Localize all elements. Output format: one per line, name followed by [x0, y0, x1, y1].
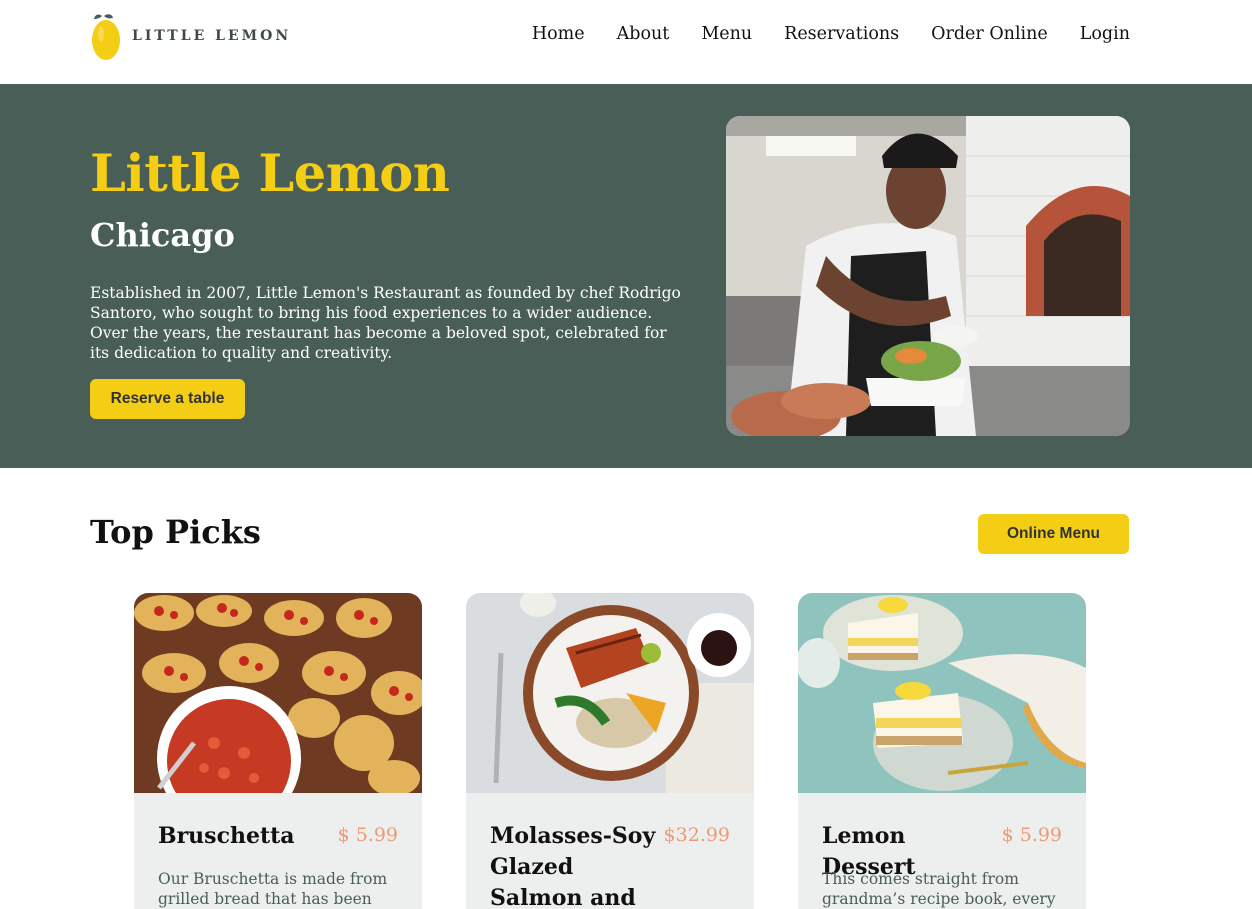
nav-home[interactable]: Home [532, 24, 585, 44]
hero-title: Little Lemon [90, 144, 450, 204]
menu-card-salmon[interactable]: Molasses-Soy Glazed Salmon and Vegetable… [466, 593, 754, 909]
nav-menu[interactable]: Menu [701, 24, 752, 44]
lemon-icon [92, 14, 120, 60]
hero-chef-image [726, 116, 1130, 436]
card-price: $ 5.99 [1001, 824, 1062, 846]
hero-description: Established in 2007, Little Lemon's Rest… [90, 284, 681, 362]
top-picks-title: Top Picks [90, 513, 261, 551]
lemon-dessert-image [798, 593, 1086, 793]
bruschetta-image [134, 593, 422, 793]
card-description: This comes straight from grandma’s recip… [822, 870, 1056, 908]
nav-login[interactable]: Login [1080, 24, 1130, 44]
menu-card-bruschetta[interactable]: Bruschetta $ 5.99 Our Bruschetta is made… [134, 593, 422, 909]
nav-reservations[interactable]: Reservations [784, 24, 899, 44]
main-nav: Home About Menu Reservations Order Onlin… [500, 24, 1130, 44]
card-title: Bruschetta [158, 823, 295, 849]
card-price: $32.99 [663, 824, 730, 846]
site-header: LITTLE LEMON Home About Menu Reservation… [0, 0, 1252, 84]
logo[interactable]: LITTLE LEMON [90, 10, 291, 62]
card-description: Our Bruschetta is made from grilled brea… [158, 870, 388, 908]
hero-section: Little Lemon Chicago Established in 2007… [0, 84, 1252, 468]
menu-card-lemon-dessert[interactable]: Lemon Dessert $ 5.99 This comes straight… [798, 593, 1086, 909]
card-title: Molasses-Soy Glazed Salmon and Vegetable… [490, 823, 656, 909]
nav-about[interactable]: About [617, 24, 670, 44]
online-menu-button[interactable]: Online Menu [978, 514, 1129, 554]
nav-order-online[interactable]: Order Online [931, 24, 1048, 44]
brand-name: LITTLE LEMON [132, 28, 292, 44]
card-price: $ 5.99 [337, 824, 398, 846]
hero-subtitle: Chicago [90, 216, 235, 254]
salmon-image [466, 593, 754, 793]
reserve-table-button[interactable]: Reserve a table [90, 379, 245, 419]
